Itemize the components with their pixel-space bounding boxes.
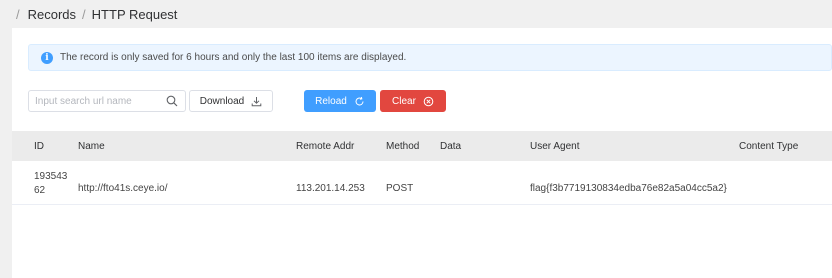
- clear-label: Clear: [392, 95, 416, 107]
- clear-button[interactable]: Clear: [380, 90, 446, 112]
- download-button[interactable]: Download: [189, 90, 273, 112]
- column-header-method[interactable]: Method: [386, 141, 419, 152]
- column-header-user-agent[interactable]: User Agent: [530, 141, 579, 152]
- breadcrumb-item-http-request: HTTP Request: [91, 6, 178, 22]
- column-header-content-type[interactable]: Content Type: [739, 141, 798, 152]
- table-header: ID Name Remote Addr Method Data User Age…: [12, 131, 832, 161]
- cell-id: 193543 62: [34, 171, 68, 196]
- cell-name: http://fto41s.ceye.io/: [78, 183, 168, 194]
- column-header-id[interactable]: ID: [34, 141, 44, 152]
- cell-remote-addr: 113.201.14.253: [296, 183, 365, 194]
- info-alert: i The record is only saved for 6 hours a…: [28, 44, 832, 71]
- cell-user-agent: flag{f3b7719130834edba76e82a5a04cc5a2}: [530, 183, 727, 194]
- cell-method: POST: [386, 183, 414, 194]
- search-box: [28, 90, 186, 112]
- table-row: 193543 62 http://fto41s.ceye.io/ 113.201…: [12, 161, 832, 205]
- reload-button[interactable]: Reload: [304, 90, 376, 112]
- info-icon: i: [41, 51, 53, 64]
- refresh-icon: [354, 96, 365, 107]
- download-label: Download: [199, 95, 245, 107]
- breadcrumb-separator: /: [16, 6, 20, 22]
- alert-text: The record is only saved for 6 hours and…: [60, 52, 407, 63]
- breadcrumb-item-records[interactable]: Records: [28, 7, 76, 22]
- breadcrumb: / Records / HTTP Request: [0, 0, 832, 28]
- circle-close-icon: [423, 96, 434, 107]
- reload-label: Reload: [315, 95, 347, 107]
- search-icon[interactable]: [166, 95, 178, 107]
- column-header-data[interactable]: Data: [440, 141, 461, 152]
- breadcrumb-separator: /: [82, 6, 86, 22]
- search-input[interactable]: [29, 91, 159, 111]
- download-icon: [251, 96, 262, 107]
- column-header-remote-addr[interactable]: Remote Addr: [296, 141, 354, 152]
- column-header-name[interactable]: Name: [78, 141, 105, 152]
